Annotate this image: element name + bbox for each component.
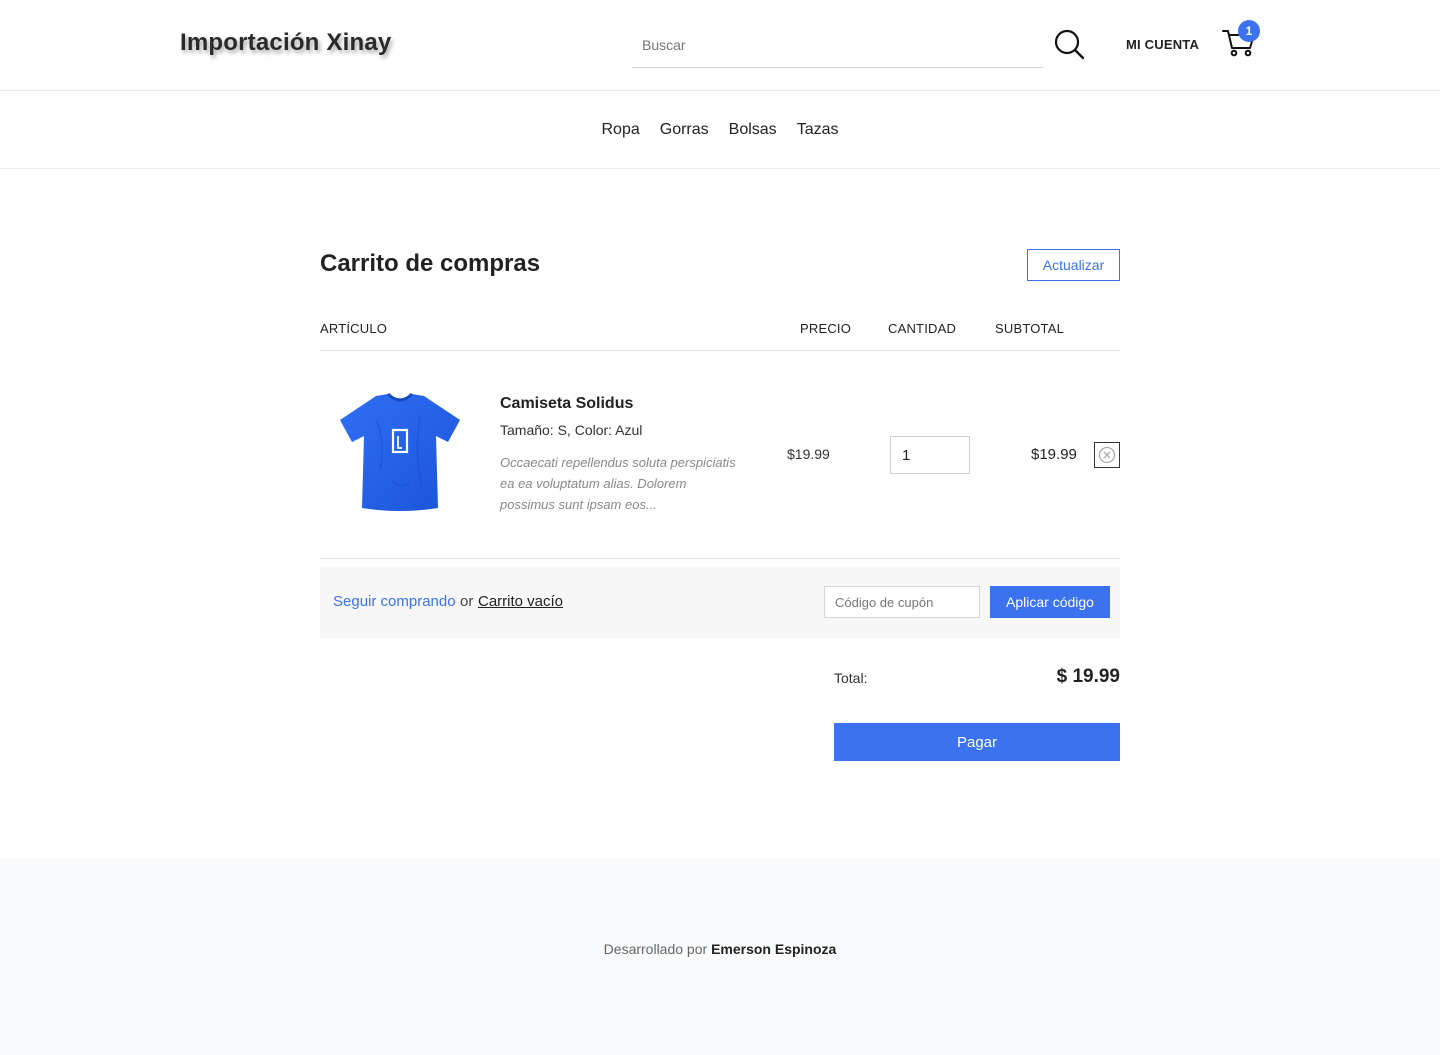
product-subtotal: $19.99 [1031, 446, 1077, 463]
continue-shopping-link[interactable]: Seguir comprando [333, 593, 456, 610]
search-input[interactable] [632, 22, 1044, 67]
footer-credit: Desarrollado por Emerson Espinoza [0, 941, 1440, 957]
nav-item-gorras[interactable]: Gorras [660, 121, 709, 139]
search-bar [632, 22, 1044, 68]
cart-count-badge: 1 [1238, 20, 1260, 42]
quantity-input[interactable] [890, 436, 970, 474]
column-header-price: PRECIO [800, 321, 852, 336]
nav-item-ropa[interactable]: Ropa [602, 121, 640, 139]
coupon-input[interactable] [824, 586, 980, 618]
nav-item-tazas[interactable]: Tazas [797, 121, 839, 139]
site-logo[interactable]: Importación Xinay [180, 29, 391, 57]
product-name[interactable]: Camiseta Solidus [500, 395, 633, 413]
footer-author[interactable]: Emerson Espinoza [711, 941, 836, 957]
or-separator: or [460, 593, 474, 610]
account-link[interactable]: MI CUENTA [1126, 37, 1199, 52]
update-button[interactable]: Actualizar [1027, 249, 1120, 281]
site-footer: Desarrollado por Emerson Espinoza [0, 858, 1440, 1055]
pay-button[interactable]: Pagar [834, 723, 1120, 761]
column-header-item: ARTÍCULO [320, 321, 388, 336]
footer-prefix: Desarrollado por [603, 941, 708, 957]
divider [320, 350, 1120, 351]
apply-coupon-button[interactable]: Aplicar código [990, 586, 1110, 618]
column-header-quantity: CANTIDAD [888, 321, 957, 336]
category-nav: Ropa Gorras Bolsas Tazas [0, 91, 1440, 169]
total-label: Total: [834, 670, 868, 686]
product-price: $19.99 [787, 446, 830, 462]
column-header-subtotal: SUBTOTAL [995, 321, 1065, 336]
product-description: Occaecati repellendus soluta perspiciati… [500, 455, 736, 512]
divider [320, 558, 1120, 559]
total-value: $ 19.99 [1056, 666, 1120, 687]
nav-item-bolsas[interactable]: Bolsas [729, 121, 777, 139]
product-image[interactable] [336, 390, 464, 514]
product-variant: Tamaño: S, Color: Azul [500, 422, 643, 438]
page-title: Carrito de compras [320, 250, 541, 277]
cart-actions-bar: Seguir comprando or Carrito vacío Aplica… [320, 567, 1120, 638]
empty-cart-link[interactable]: Carrito vacío [478, 593, 563, 610]
remove-item-icon[interactable] [1094, 442, 1120, 468]
search-icon[interactable] [1053, 28, 1085, 60]
site-header: Importación Xinay MI CUENTA 1 [0, 0, 1440, 91]
